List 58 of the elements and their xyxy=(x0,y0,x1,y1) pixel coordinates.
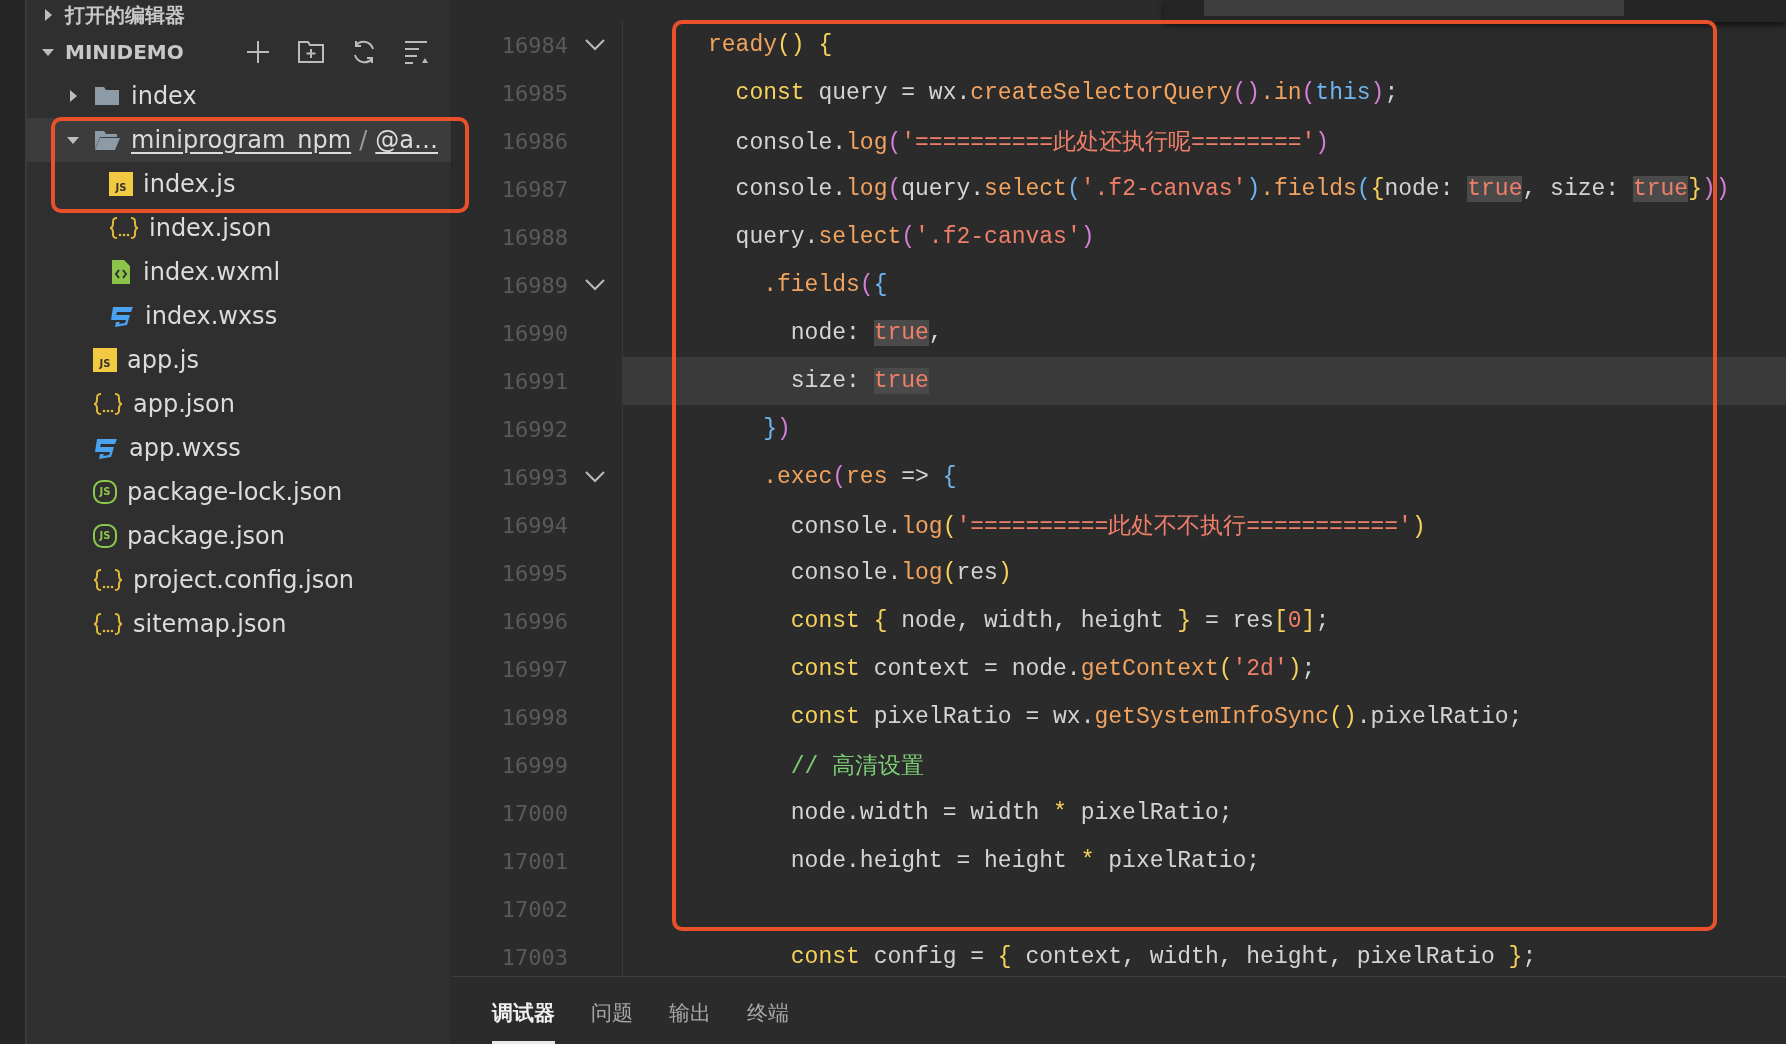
code-line: const context = node.getContext('2d'); xyxy=(789,656,1316,682)
file-type-badge: JS xyxy=(93,524,117,548)
code-line: }) xyxy=(762,416,791,442)
chevron-down-icon[interactable] xyxy=(585,39,605,51)
code-line: const config = { context, width, height, pixelRatio }; xyxy=(789,944,1537,970)
open-folder-icon xyxy=(93,128,121,152)
code-file-icon xyxy=(109,259,133,285)
new-folder-icon[interactable] xyxy=(297,39,325,65)
stylesheet-file-icon xyxy=(109,304,135,328)
chevron-down-icon[interactable] xyxy=(585,279,605,291)
folder-icon xyxy=(93,84,121,108)
file-type-badge: JS xyxy=(93,480,117,504)
code-line: size: true xyxy=(789,368,929,394)
file-item[interactable]: index.wxss xyxy=(27,294,451,338)
plus-icon[interactable] xyxy=(245,39,271,65)
code-line: console.log('==========此处还执行呢========') xyxy=(734,128,1330,157)
code-line: query.select('.f2-canvas') xyxy=(734,224,1095,250)
code-line: const pixelRatio = wx.getSystemInfoSync().pixelRatio; xyxy=(789,704,1523,730)
panel-tab[interactable]: 输出 xyxy=(669,977,711,1044)
file-item[interactable]: JS index.js xyxy=(27,162,451,206)
file-item[interactable]: app.json xyxy=(27,382,451,426)
code-line: node.height = height * pixelRatio; xyxy=(789,848,1261,874)
folder-item[interactable]: miniprogram_npm / @a… xyxy=(27,118,451,162)
panel-tab[interactable]: 调试器 xyxy=(492,977,555,1044)
code-line: node: true, xyxy=(789,320,943,346)
braces-file-icon xyxy=(93,612,123,636)
code-line: console.log(res) xyxy=(789,560,1012,586)
code-line: const { node, width, height } = res[0]; xyxy=(789,608,1330,634)
file-item[interactable]: sitemap.json xyxy=(27,602,451,646)
refresh-icon[interactable] xyxy=(351,39,377,65)
file-item[interactable]: JS package-lock.json xyxy=(27,470,451,514)
stylesheet-file-icon xyxy=(93,436,119,460)
code-line: .fields({ xyxy=(762,272,888,298)
code-line: .exec(res => { xyxy=(762,464,957,490)
section-title[interactable]: 打开的编辑器 xyxy=(65,1,451,29)
code-line: node.width = width * pixelRatio; xyxy=(789,800,1233,826)
braces-file-icon xyxy=(93,392,123,416)
file-item[interactable]: project.config.json xyxy=(27,558,451,602)
code-line: console.log('==========此处不不执行===========') xyxy=(789,512,1426,541)
file-item[interactable]: app.wxss xyxy=(27,426,451,470)
file-item[interactable]: JS package.json xyxy=(27,514,451,558)
file-item[interactable]: index.wxml xyxy=(27,250,451,294)
chevron-down-icon[interactable] xyxy=(585,471,605,483)
folder-item[interactable]: index xyxy=(27,74,451,118)
braces-file-icon xyxy=(109,216,139,240)
section-title[interactable]: MINIDEMO xyxy=(65,40,235,64)
file-type-badge: JS xyxy=(93,348,117,372)
code-line: const query = wx.createSelectorQuery().in(this); xyxy=(734,80,1399,106)
panel-tab[interactable]: 终端 xyxy=(747,977,789,1044)
code-line: ready() { xyxy=(708,32,833,58)
file-item[interactable]: index.json xyxy=(27,206,451,250)
file-type-badge: JS xyxy=(109,172,133,196)
collapse-list-icon[interactable] xyxy=(403,39,429,65)
code-line: // 高清设置 xyxy=(789,752,925,781)
braces-file-icon xyxy=(93,568,123,592)
panel-tab[interactable]: 问题 xyxy=(591,977,633,1044)
file-item[interactable]: JS app.js xyxy=(27,338,451,382)
find-input-field[interactable] xyxy=(1204,0,1624,16)
